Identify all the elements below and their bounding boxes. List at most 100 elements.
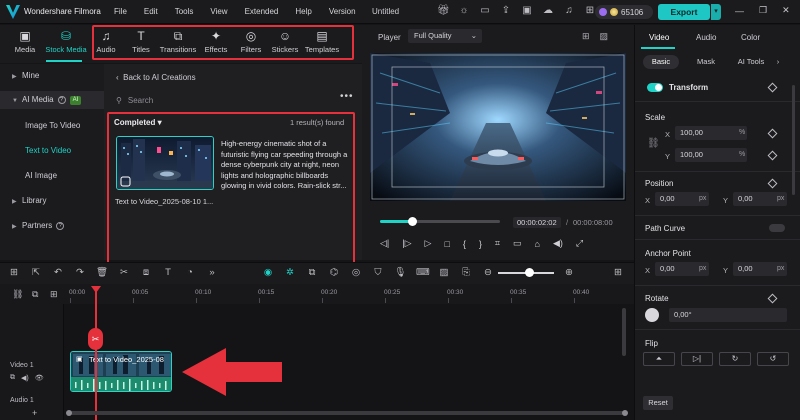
nav-ai-image[interactable]: AI Image [0, 167, 104, 185]
credits-badge[interactable]: 65106 [595, 5, 653, 19]
camera-icon[interactable]: ⌂ [535, 239, 540, 249]
device-icon[interactable]: ▭ [479, 5, 491, 17]
headset-icon[interactable]: ♫ [563, 5, 575, 17]
fullscreen-icon[interactable]: ⤢ [576, 238, 583, 249]
nav-ai-media[interactable]: ▼ AI Media? AI [0, 91, 104, 109]
undo-icon[interactable]: ↶ [52, 267, 64, 279]
nav-image-to-video[interactable]: Image To Video [0, 117, 104, 135]
cloud-icon[interactable]: ☁︎ [542, 5, 554, 17]
subtab-basic[interactable]: Basic [643, 55, 679, 69]
rotate-clockwise-icon[interactable]: ↻ [719, 352, 751, 366]
back-link[interactable]: ‹ Back to AI Creations [116, 73, 196, 82]
track-settings-icon[interactable]: ⧉ [32, 289, 38, 300]
rotate-input[interactable]: 0,00° [669, 308, 787, 322]
playhead[interactable] [95, 286, 97, 420]
keyframe-diamond-icon[interactable] [767, 293, 778, 304]
path-curve-toggle[interactable] [769, 224, 785, 232]
track-lock-icon[interactable]: ⧉ [10, 374, 15, 382]
nav-text-to-video[interactable]: Text to Video [0, 142, 104, 160]
help-icon[interactable]: ? [57, 96, 66, 104]
reset-button[interactable]: Reset [643, 396, 673, 410]
keyframe-diamond-icon[interactable] [767, 82, 778, 93]
nav-mine[interactable]: ▶ Mine [0, 67, 104, 85]
tab-stock-media[interactable]: ⛁ Stock Media [44, 25, 88, 63]
marker-icon[interactable]: ⌗ [495, 238, 500, 249]
frame-back-icon[interactable]: |▷ [402, 238, 411, 249]
menu-extended[interactable]: Extended [245, 7, 279, 16]
close-icon[interactable]: ✕ [782, 5, 790, 16]
timeline-grid-icon[interactable]: ⊞ [612, 267, 624, 279]
flip-horizontal-icon[interactable]: ▷| [681, 352, 713, 366]
keyframe-diamond-icon[interactable] [767, 150, 778, 161]
video-clip[interactable]: Text to Video_2025-08 ▣ [70, 351, 172, 392]
auto-ripple-icon[interactable]: ⧉ [306, 267, 318, 279]
scrubber-handle[interactable] [408, 217, 417, 226]
search-input[interactable]: ⚲ Search [116, 93, 356, 107]
menu-edit[interactable]: Edit [144, 7, 158, 16]
result-thumbnail[interactable] [116, 136, 214, 190]
gift-icon[interactable]: 🎁︎ [437, 5, 450, 17]
step-back-icon[interactable]: ◁| [380, 238, 389, 249]
monitor-icon[interactable]: ▭ [513, 238, 522, 249]
menu-help[interactable]: Help [295, 7, 311, 16]
video-preview[interactable] [370, 53, 626, 201]
scissors-icon[interactable]: ✂︎ [118, 267, 130, 279]
menu-tools[interactable]: Tools [175, 7, 194, 16]
stop-icon[interactable]: □ [444, 239, 449, 249]
keyframe-diamond-icon[interactable] [767, 128, 778, 139]
export-button[interactable]: Export [658, 4, 710, 20]
link-icon[interactable]: ⛓︎ [12, 289, 23, 300]
scroll-right-handle[interactable] [622, 410, 628, 416]
track-visibility-icon[interactable]: 👁︎ [35, 374, 44, 382]
image-icon[interactable]: ▨ [438, 267, 450, 279]
record-icon[interactable]: ◎ [350, 267, 362, 279]
grid-view-icon[interactable]: ⊞ [582, 31, 590, 42]
ai-icon[interactable]: ⌬ [328, 267, 340, 279]
tab-media[interactable]: ▣ Media [8, 25, 42, 63]
maximize-icon[interactable]: ❐ [759, 5, 767, 16]
zoom-in-icon[interactable]: ⊕ [563, 267, 575, 279]
layout-icon[interactable]: ⊞ [8, 267, 20, 279]
more-tools-icon[interactable]: » [206, 267, 218, 279]
mark-in-icon[interactable]: { [463, 239, 466, 249]
menu-file[interactable]: File [114, 7, 127, 16]
rotate-counterclockwise-icon[interactable]: ↺ [757, 352, 789, 366]
current-timecode[interactable]: 00:00:02:02 [513, 217, 561, 228]
delete-icon[interactable]: 🗑︎ [96, 267, 108, 279]
help-icon[interactable]: ? [56, 222, 65, 230]
add-track-plus-icon[interactable]: + [32, 408, 37, 418]
crop-icon[interactable]: ⧈ [140, 267, 152, 279]
scale-x-input[interactable]: 100,00 [675, 126, 747, 140]
menu-version[interactable]: Version [329, 7, 356, 16]
subtab-ai-tools[interactable]: AI Tools [731, 55, 771, 69]
volume-icon[interactable]: ◀) [553, 238, 563, 249]
track-audio-icon[interactable]: ◀) [21, 374, 29, 382]
playhead-split-icon[interactable]: ✂︎ [88, 328, 103, 350]
quality-dropdown[interactable]: Full Quality ⌄ [408, 29, 482, 43]
smart-render-icon[interactable]: ◉ [262, 267, 274, 279]
upload-icon[interactable]: ⇪ [500, 5, 512, 17]
nav-partners[interactable]: ▶ Partners? [0, 217, 104, 235]
menu-view[interactable]: View [210, 7, 227, 16]
play-icon[interactable]: ▷ [425, 238, 432, 249]
status-filter-dropdown[interactable]: Completed ▾ [114, 118, 162, 127]
timeline-vertical-scrollbar[interactable] [622, 308, 626, 356]
tab-color[interactable]: Color [741, 33, 760, 42]
mark-out-icon[interactable]: } [479, 239, 482, 249]
tab-video[interactable]: Video [649, 33, 669, 42]
transform-toggle[interactable] [647, 83, 663, 92]
minimize-icon[interactable]: — [735, 6, 744, 16]
rotate-dial[interactable] [645, 308, 659, 322]
subtab-mask[interactable]: Mask [689, 55, 723, 69]
snapshot-image-icon[interactable]: ▨ [600, 31, 609, 42]
text-icon[interactable]: T [162, 267, 174, 279]
nav-library[interactable]: ▶ Library [0, 192, 104, 210]
scale-y-input[interactable]: 100,00 [675, 148, 747, 162]
keyframe-diamond-icon[interactable] [767, 178, 778, 189]
redo-icon[interactable]: ↷ [74, 267, 86, 279]
screen-icon[interactable]: ▣ [521, 5, 533, 17]
sun-icon[interactable]: ☼ [458, 5, 470, 17]
link-ratio-icon[interactable]: ⛓︎ [647, 138, 660, 149]
snap-icon[interactable]: ✲ [284, 267, 296, 279]
chevron-right-icon[interactable]: › [773, 55, 783, 69]
